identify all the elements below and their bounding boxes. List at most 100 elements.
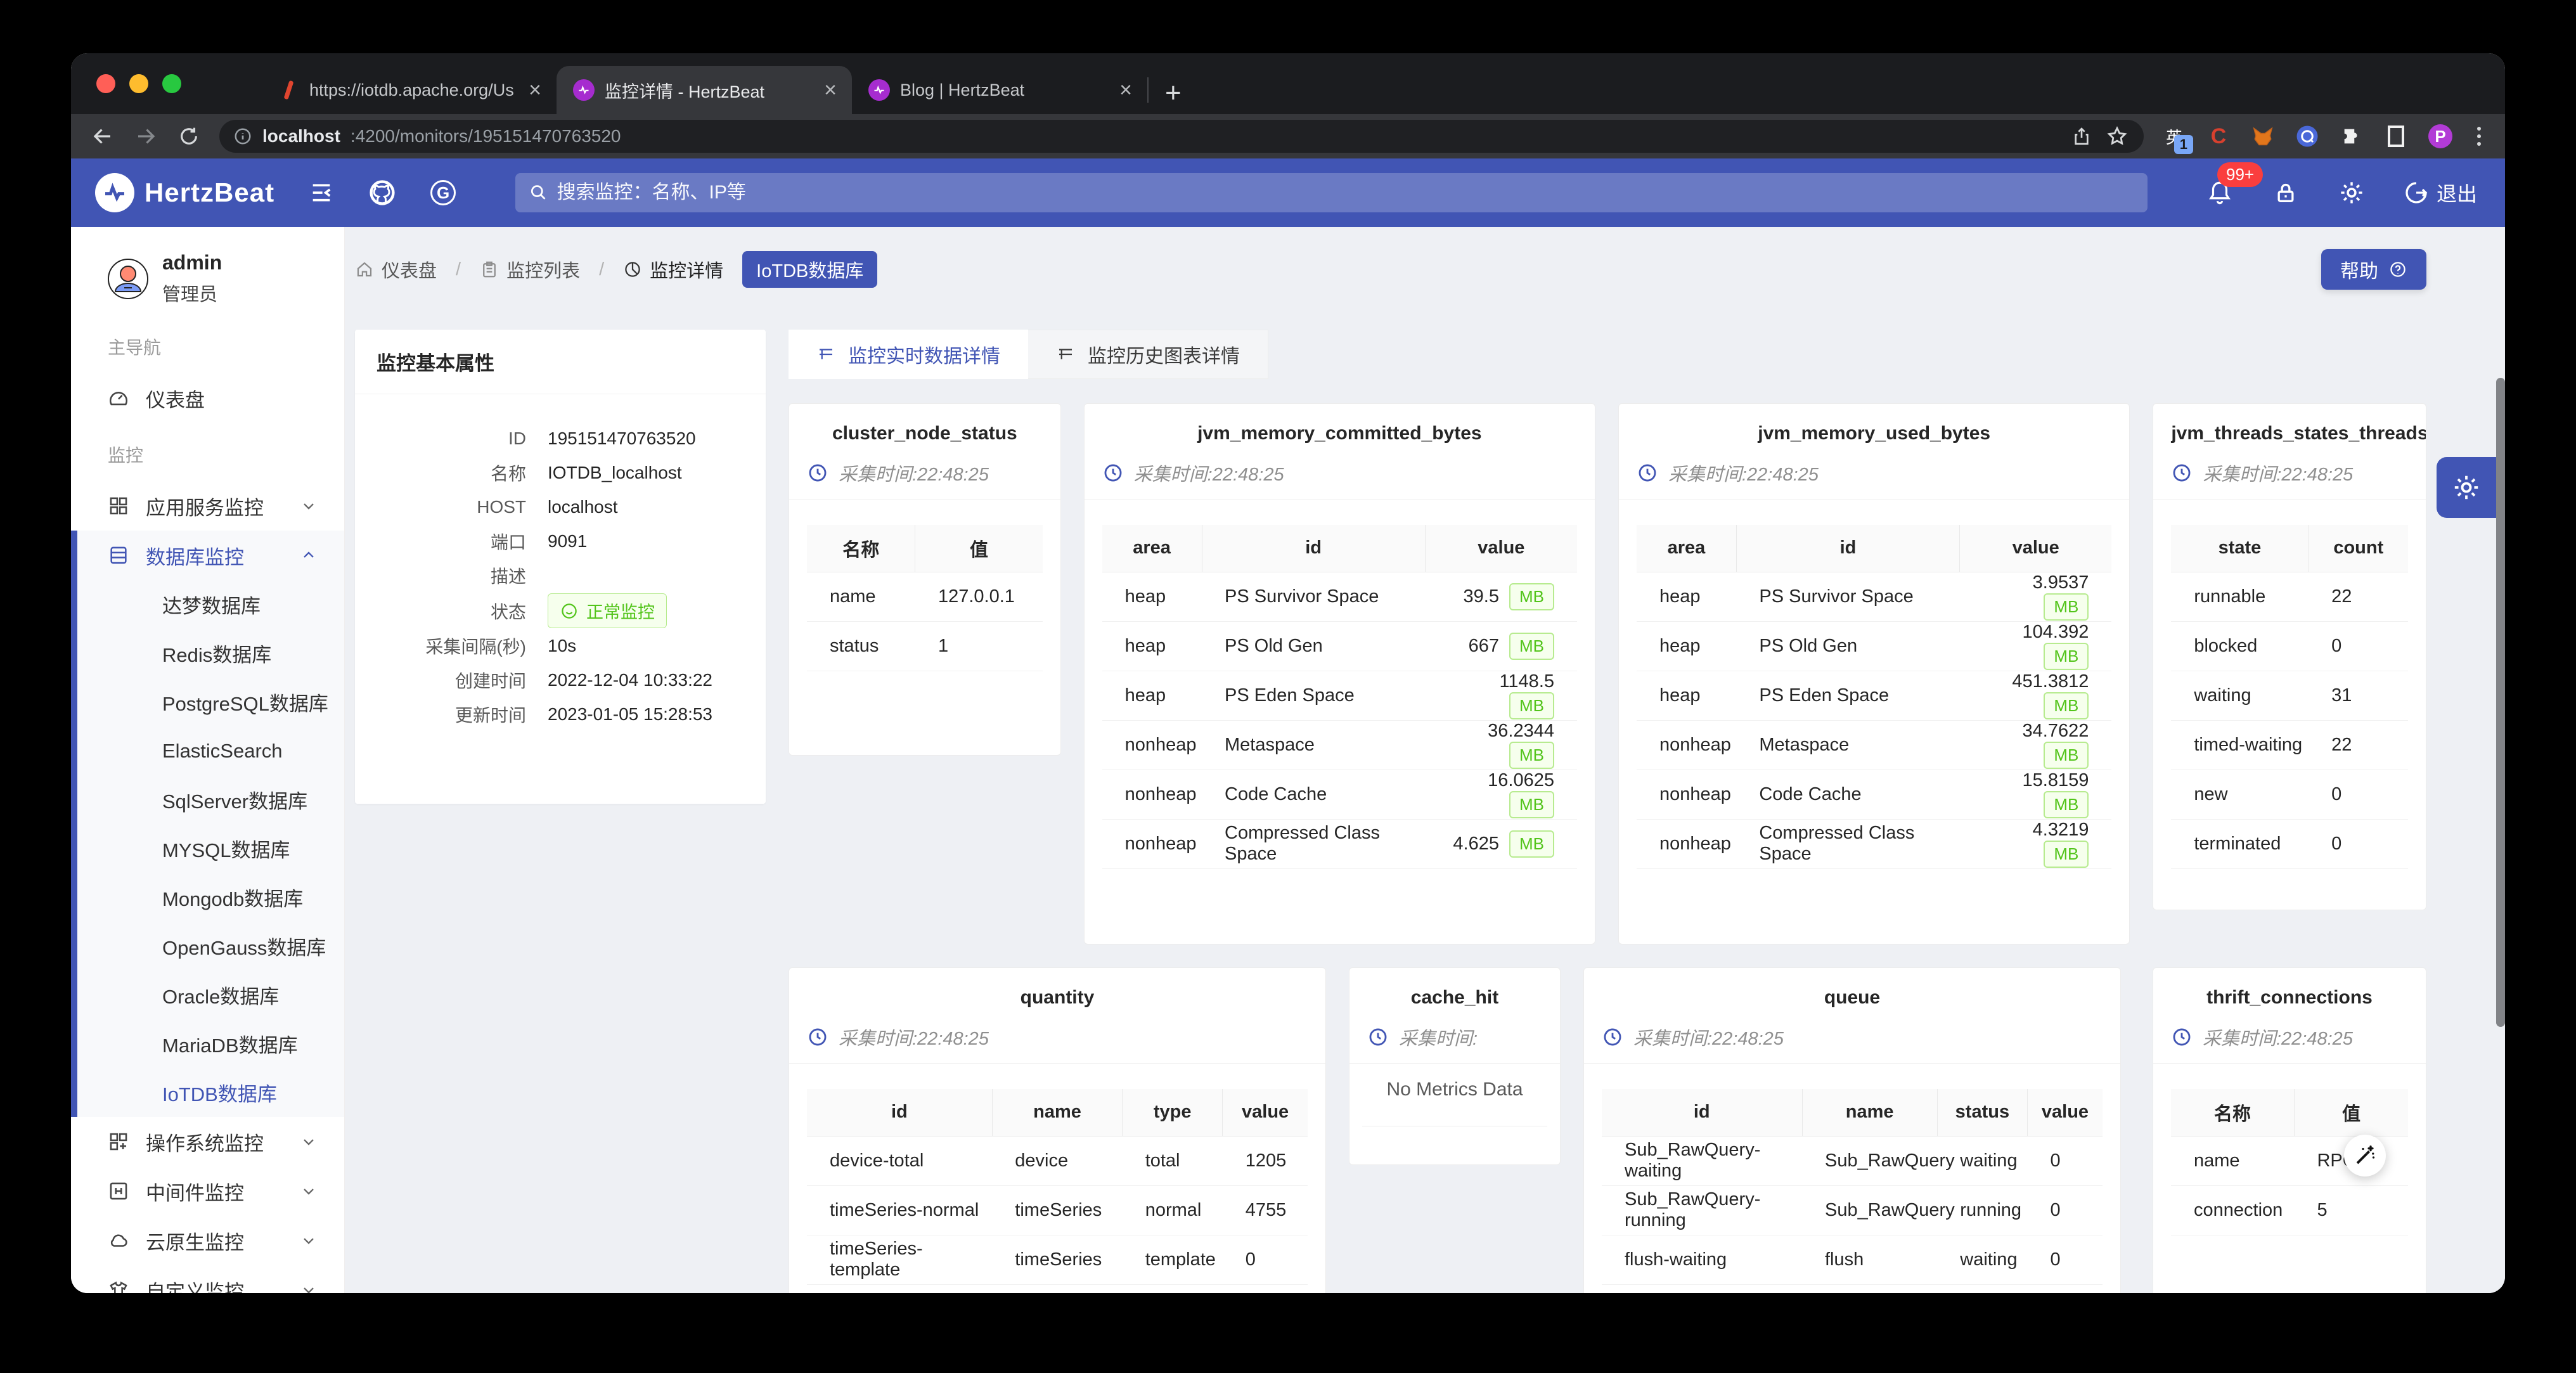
sidebar-item-dashboard[interactable]: 仪表盘 [71,373,344,423]
hertzbeat-favicon-icon [868,79,890,101]
sidebar-item-opengauss[interactable]: OpenGauss数据库 [77,922,344,970]
lock-icon[interactable] [2272,179,2300,207]
reload-icon[interactable] [176,124,202,149]
sidebar-item-mariadb[interactable]: MariaDB数据库 [77,1019,344,1068]
clock-icon [1102,462,1124,484]
collect-time: 采集时间:22:48:25 [1633,1024,1784,1050]
metric-card-jvm-memory-used: jvm_memory_used_bytes 采集时间:22:48:25 area… [1618,403,2130,944]
crawler-extension-icon[interactable]: C [2206,124,2231,149]
magic-wand-button[interactable] [2344,1135,2386,1176]
table-row: nonheapCode Cache16.0625MB [1102,770,1577,819]
password-manager-extension-icon[interactable] [2295,124,2320,149]
chevron-up-icon [300,546,318,564]
sidebar-item-iotdb[interactable]: IoTDB数据库 [77,1068,344,1117]
sidebar-item-cloud-native-monitor[interactable]: 云原生监控 [71,1216,344,1265]
browser-toolbar: localhost :4200/monitors/195151470763520… [71,114,2505,158]
profile-avatar[interactable]: P [2428,124,2453,149]
table-row: timed-waiting22 [2171,720,2408,770]
gitee-icon[interactable]: G [429,179,457,207]
table-row: terminated0 [2171,819,2408,868]
sidebar-item-middleware-monitor[interactable]: 中间件监控 [71,1166,344,1216]
sidebar-item-elasticsearch[interactable]: ElasticSearch [77,726,344,775]
sidebar-item-redis[interactable]: Redis数据库 [77,629,344,678]
list-icon [816,345,835,364]
unit-tag: MB [1509,692,1554,719]
table-row: nonheapCode Cache15.8159MB [1637,770,2111,819]
browser-menu-icon[interactable] [2472,127,2486,146]
prop-row-created: 创建时间2022-12-04 10:33:22 [368,664,740,697]
sidebar-item-oracle[interactable]: Oracle数据库 [77,970,344,1019]
logout-icon [2404,180,2429,205]
tab-realtime-data[interactable]: 监控实时数据详情 [789,330,1028,379]
breadcrumb-monitor-detail: 监控详情 [623,256,723,283]
breadcrumb-monitor-list[interactable]: 监控列表 [480,256,580,283]
unit-tag: MB [2044,791,2089,818]
tab-history-chart[interactable]: 监控历史图表详情 [1028,330,1268,379]
browser-tab-blog[interactable]: Blog | HertzBeat × [852,66,1147,114]
table-row: timeSeries-normaltimeSeriesnormal4755 [807,1185,1308,1235]
logout-button[interactable]: 退出 [2404,178,2477,207]
notification-bell-icon[interactable]: 99+ [2206,179,2234,207]
theme-settings-button[interactable] [2437,457,2496,518]
browser-tab-monitor-detail[interactable]: 监控详情 - HertzBeat × [557,66,852,114]
metamask-extension-icon[interactable] [2250,124,2276,149]
sidebar-item-mysql[interactable]: MYSQL数据库 [77,824,344,873]
sidebar-item-os-monitor[interactable]: 操作系统监控 [71,1117,344,1166]
sidebar-item-mongodb[interactable]: Mongodb数据库 [77,873,344,922]
chevron-down-icon [300,497,318,515]
hertzbeat-logo[interactable]: HertzBeat [95,173,274,212]
sidebar-extension-icon[interactable] [2383,124,2409,149]
minimize-window-button[interactable] [129,74,148,93]
forward-icon[interactable] [133,124,158,149]
sidebar-item-sqlserver[interactable]: SqlServer数据库 [77,775,344,824]
search-input[interactable] [557,182,2134,203]
help-button[interactable]: 帮助 [2321,249,2426,290]
collect-time: 采集时间:22:48:25 [2203,460,2353,486]
table-row: heapPS Old Gen667MB [1102,621,1577,671]
translate-extension-icon[interactable]: 英 1 [2161,124,2187,149]
sidebar-item-custom-monitor[interactable]: 自定义监控 [71,1265,344,1293]
tab-title: Blog | HertzBeat [900,81,1104,100]
sidebar-item-postgresql[interactable]: PostgreSQL数据库 [77,678,344,726]
site-info-icon[interactable] [233,127,252,146]
custom-monitor-icon [108,1279,129,1293]
table-row: name127.0.0.1 [807,572,1043,621]
browser-tab-iotdb-docs[interactable]: https://iotdb.apache.org/UserG × [261,66,557,114]
prop-row-updated: 更新时间2023-01-05 15:28:53 [368,698,740,731]
new-tab-button[interactable]: + [1149,77,1198,114]
user-role: 管理员 [162,280,222,306]
tab-close-icon[interactable]: × [819,78,842,103]
monitor-type-badge: IoTDB数据库 [742,251,877,288]
gear-icon [2452,473,2481,502]
sidebar-item-database-monitor[interactable]: 数据库监控 [77,531,344,580]
bookmark-star-icon[interactable] [2104,124,2130,149]
collect-time: 采集时间:22:48:25 [839,1024,989,1050]
detail-tabs: 监控实时数据详情 监控历史图表详情 [789,330,2426,379]
address-bar[interactable]: localhost :4200/monitors/195151470763520 [219,120,2144,153]
metric-card-cluster-node-status: cluster_node_status 采集时间:22:48:25 名称值 na… [789,403,1061,756]
table-row: connection5 [2171,1185,2408,1235]
main-content: 仪表盘 / 监控列表 / 监控详情 IoTDB数据库 帮助 [345,227,2505,1293]
page-scrollbar[interactable] [2496,378,2505,1027]
menu-fold-icon[interactable] [307,179,335,207]
unit-tag: MB [2044,742,2089,769]
settings-gear-icon[interactable] [2338,179,2366,207]
extensions-puzzle-icon[interactable] [2339,124,2364,149]
breadcrumb-dashboard[interactable]: 仪表盘 [355,256,437,283]
close-window-button[interactable] [96,74,115,93]
table-row: timeSeries-templatetimeSeriestemplate0 [807,1235,1308,1284]
table-row: status1 [807,621,1043,671]
user-card[interactable]: admin 管理员 [71,251,344,306]
monitor-search[interactable] [515,173,2148,212]
tab-close-icon[interactable]: × [524,78,546,103]
back-icon[interactable] [90,124,115,149]
share-icon[interactable] [2069,124,2094,149]
github-icon[interactable] [368,179,396,207]
unit-tag: MB [1509,633,1554,660]
sidebar-item-dameng[interactable]: 达梦数据库 [77,580,344,629]
maximize-window-button[interactable] [162,74,181,93]
tab-close-icon[interactable]: × [1114,78,1137,103]
pie-chart-icon [623,260,642,279]
sidebar-item-app-service[interactable]: 应用服务监控 [71,481,344,531]
collect-time: 采集时间:22:48:25 [1134,460,1284,486]
